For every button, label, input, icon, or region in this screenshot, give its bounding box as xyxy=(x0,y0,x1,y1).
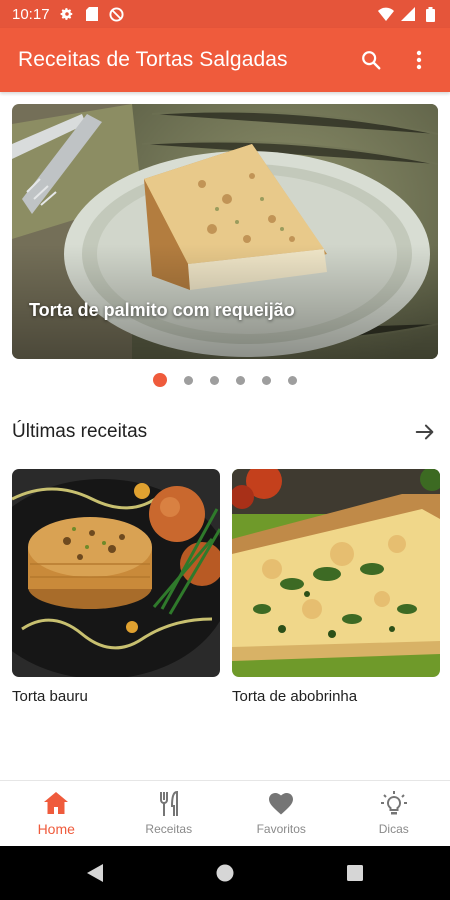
home-icon xyxy=(43,790,69,816)
section-title: Últimas receitas xyxy=(12,421,148,442)
battery-icon xyxy=(422,6,438,22)
recents-icon[interactable] xyxy=(290,865,420,881)
nav-label: Home xyxy=(37,821,75,837)
page-dot[interactable] xyxy=(236,375,245,385)
nav-item-favoritos[interactable]: Favoritos xyxy=(225,781,338,846)
no-disturb-icon xyxy=(109,6,125,22)
app-bar: Receitas de Tortas Salgadas xyxy=(0,28,450,92)
featured-carousel[interactable]: Torta de palmito com requeijão xyxy=(12,104,438,359)
page-dot[interactable] xyxy=(184,375,193,385)
nav-item-dicas[interactable]: Dicas xyxy=(338,781,450,846)
nav-item-receitas[interactable]: Receitas xyxy=(113,781,226,846)
nav-label: Dicas xyxy=(378,822,409,836)
torta-bauru-photo xyxy=(12,469,220,677)
status-time: 10:17 xyxy=(12,5,50,23)
fork-knife-icon xyxy=(156,791,182,817)
page-dot[interactable] xyxy=(153,373,167,387)
bottom-navigation: Home Receitas Favoritos Dicas xyxy=(0,780,450,846)
more-vert-icon[interactable] xyxy=(406,47,432,73)
status-bar: 10:17 xyxy=(0,0,450,28)
recipe-card-image xyxy=(232,469,440,677)
page-dot[interactable] xyxy=(210,375,219,385)
app-title: Receitas de Tortas Salgadas xyxy=(18,48,288,71)
sd-card-icon xyxy=(84,6,100,22)
recipe-card-image xyxy=(12,469,220,677)
lightbulb-icon xyxy=(380,791,407,817)
gear-icon xyxy=(59,6,75,22)
search-icon[interactable] xyxy=(358,47,384,73)
wifi-icon xyxy=(378,6,394,22)
recipe-card-label: Torta bauru xyxy=(12,688,88,705)
recipe-card[interactable]: Torta bauru xyxy=(12,469,220,705)
arrow-right-icon[interactable] xyxy=(412,419,438,445)
app-bar-actions xyxy=(358,47,432,73)
cell-signal-icon xyxy=(400,6,416,22)
status-right xyxy=(378,6,438,22)
carousel-caption: Torta de palmito com requeijão xyxy=(29,300,295,320)
carousel-indicator xyxy=(0,373,450,387)
nav-label: Receitas xyxy=(145,822,193,836)
page-dot[interactable] xyxy=(288,375,297,385)
torta-abobrinha-photo xyxy=(232,469,440,677)
recipe-card-label: Torta de abobrinha xyxy=(232,688,358,705)
heart-icon xyxy=(268,791,294,817)
home-circle-icon[interactable] xyxy=(160,864,290,882)
nav-label: Favoritos xyxy=(256,822,306,836)
system-navigation-bar xyxy=(0,846,450,900)
page-dot[interactable] xyxy=(262,375,271,385)
nav-item-home[interactable]: Home xyxy=(0,781,113,846)
back-icon[interactable] xyxy=(30,864,160,882)
recipe-card[interactable]: Torta de abobrinha xyxy=(232,469,440,705)
status-left: 10:17 xyxy=(12,6,125,23)
